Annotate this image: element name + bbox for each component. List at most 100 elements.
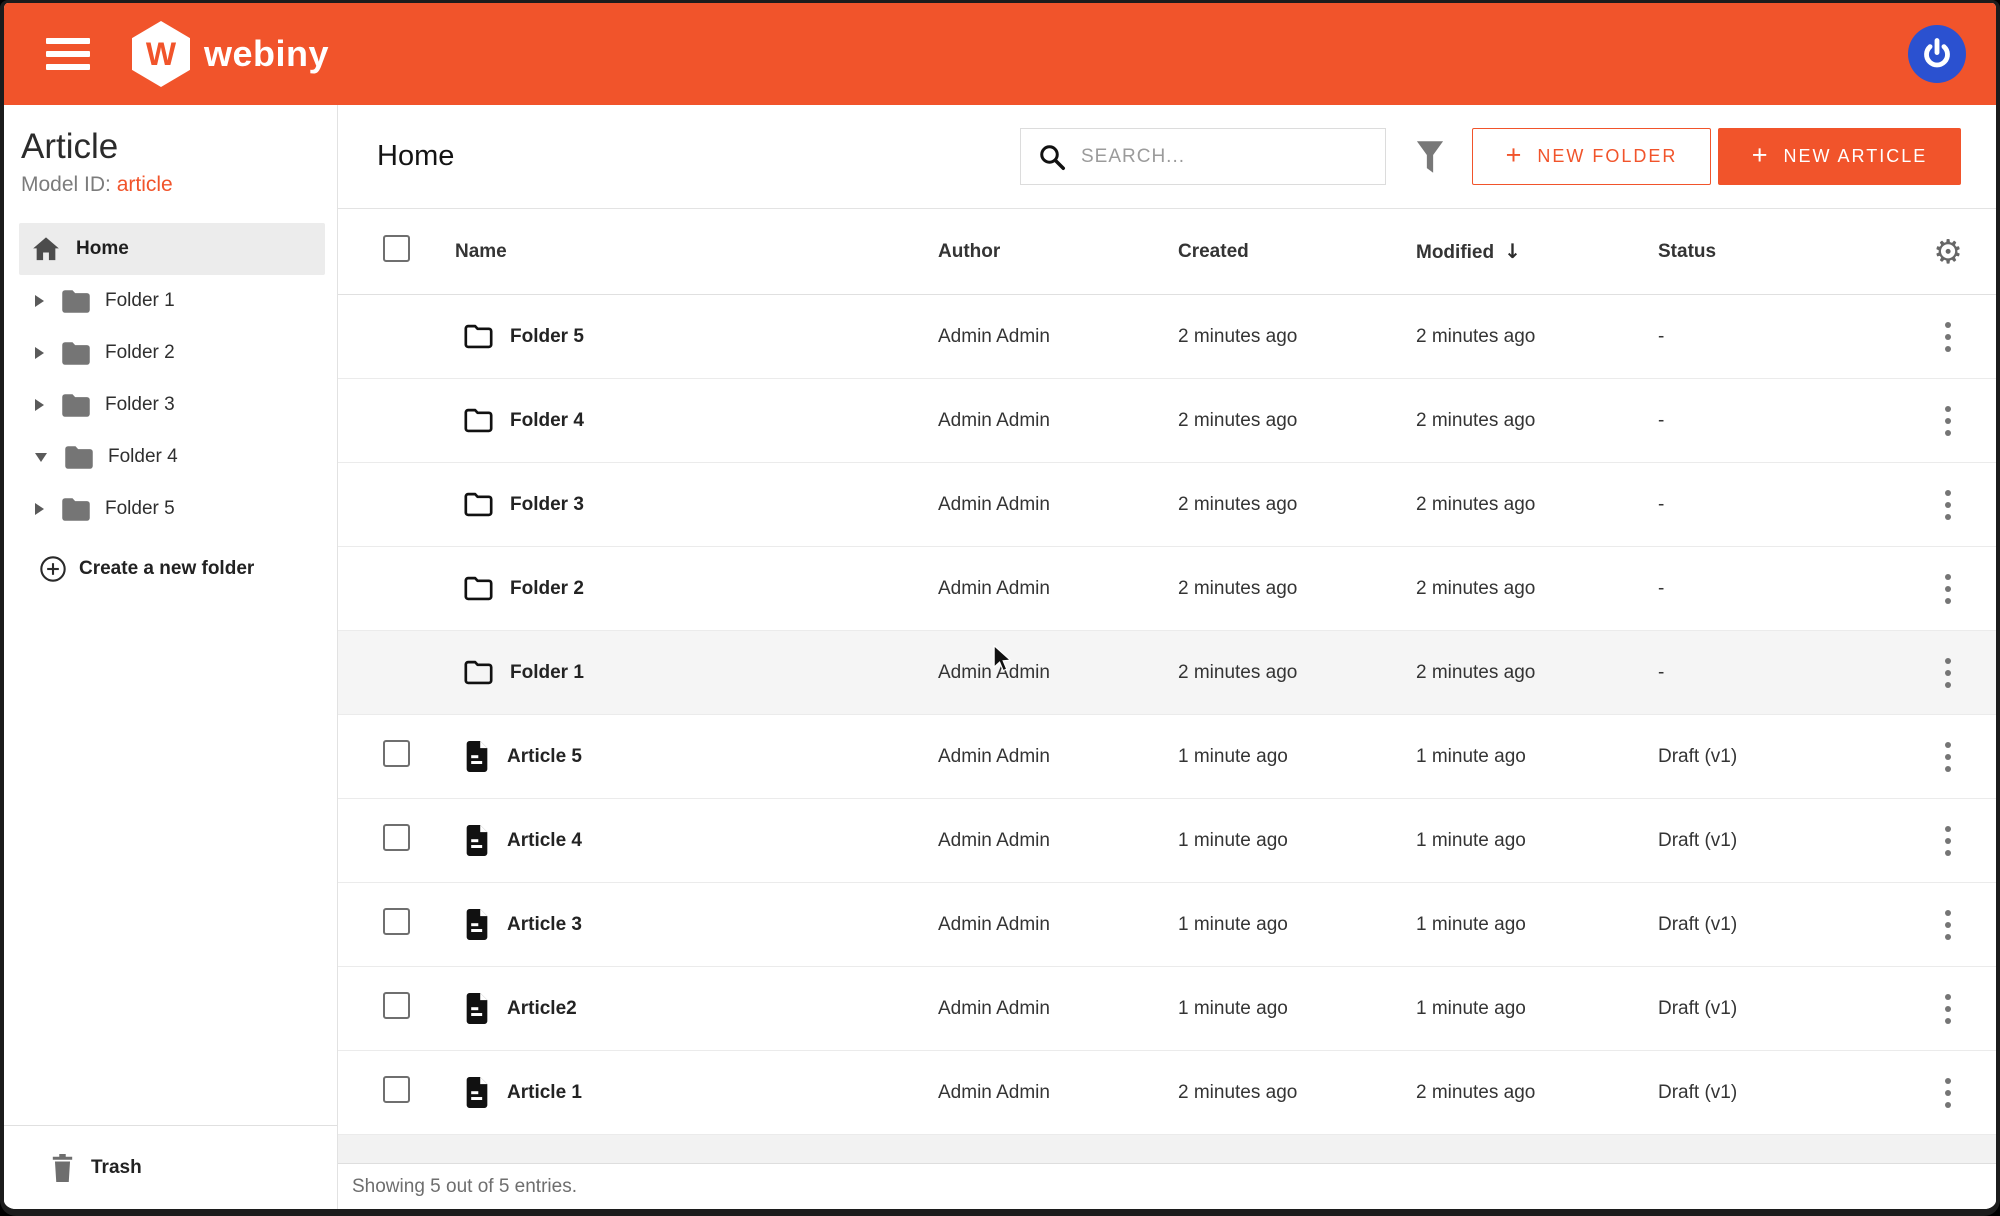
- table-header: Name Author Created Modified↓ Status ⚙: [338, 209, 1996, 295]
- sidebar-folder-item[interactable]: Folder 3: [4, 379, 337, 431]
- row-actions-kebab-icon[interactable]: [1939, 820, 1957, 862]
- funnel-icon: [1414, 140, 1446, 174]
- model-id: Model ID: article: [21, 173, 337, 197]
- row-actions-kebab-icon[interactable]: [1939, 1072, 1957, 1114]
- column-header-status[interactable]: Status: [1658, 241, 1900, 263]
- model-id-value: article: [117, 173, 173, 196]
- new-folder-label: NEW FOLDER: [1537, 146, 1677, 167]
- cell-status: Draft (v1): [1658, 830, 1900, 852]
- column-header-created[interactable]: Created: [1178, 241, 1416, 263]
- cell-author: Admin Admin: [938, 830, 1178, 852]
- power-icon: [1920, 37, 1954, 71]
- row-actions-kebab-icon[interactable]: [1939, 484, 1957, 526]
- row-actions-kebab-icon[interactable]: [1939, 988, 1957, 1030]
- caret-icon[interactable]: [35, 399, 44, 411]
- sidebar-folder-item[interactable]: Folder 5: [4, 483, 337, 535]
- table-row[interactable]: Folder 4 Admin Admin 2 minutes ago 2 min…: [338, 379, 1996, 463]
- cell-name[interactable]: Article 4: [428, 825, 938, 856]
- cell-created: 2 minutes ago: [1178, 578, 1416, 600]
- column-header-name[interactable]: Name: [428, 241, 938, 263]
- document-icon: [464, 1077, 490, 1108]
- cell-name[interactable]: Folder 5: [428, 324, 938, 349]
- caret-icon[interactable]: [35, 295, 44, 307]
- caret-icon[interactable]: [35, 453, 47, 462]
- user-avatar[interactable]: [1908, 25, 1966, 83]
- cell-name[interactable]: Article 5: [428, 741, 938, 772]
- document-icon: [464, 741, 490, 772]
- row-actions-kebab-icon[interactable]: [1939, 736, 1957, 778]
- sidebar-folder-label: Folder 2: [105, 342, 175, 364]
- table-row[interactable]: Article 3 Admin Admin 1 minute ago 1 min…: [338, 883, 1996, 967]
- table-row[interactable]: Article2 Admin Admin 1 minute ago 1 minu…: [338, 967, 1996, 1051]
- new-article-button[interactable]: + NEW ARTICLE: [1718, 128, 1961, 185]
- entry-name: Article2: [507, 998, 577, 1020]
- cell-name[interactable]: Folder 1: [428, 660, 938, 685]
- table-row[interactable]: Folder 3 Admin Admin 2 minutes ago 2 min…: [338, 463, 1996, 547]
- cell-status: Draft (v1): [1658, 914, 1900, 936]
- sidebar-folder-label: Folder 3: [105, 394, 175, 416]
- webiny-logo[interactable]: W webiny: [132, 21, 329, 87]
- cell-author: Admin Admin: [938, 746, 1178, 768]
- create-folder-button[interactable]: Create a new folder: [19, 543, 325, 595]
- row-checkbox[interactable]: [383, 1076, 410, 1103]
- document-icon: [464, 909, 490, 940]
- cell-name[interactable]: Folder 3: [428, 492, 938, 517]
- plus-icon: +: [1752, 140, 1770, 171]
- new-folder-button[interactable]: + NEW FOLDER: [1472, 128, 1711, 185]
- row-actions-kebab-icon[interactable]: [1939, 316, 1957, 358]
- search-input[interactable]: [1081, 146, 1385, 168]
- folder-icon: [464, 408, 493, 433]
- cell-name[interactable]: Article2: [428, 993, 938, 1024]
- cell-status: -: [1658, 410, 1900, 432]
- row-checkbox[interactable]: [383, 824, 410, 851]
- folder-tree: Folder 1 Folder 2 Folder 3 Folder 4 Fold…: [4, 275, 337, 535]
- table-row[interactable]: Article 1 Admin Admin 2 minutes ago 2 mi…: [338, 1051, 1996, 1135]
- cell-created: 1 minute ago: [1178, 914, 1416, 936]
- sidebar-item-home[interactable]: Home: [19, 223, 325, 275]
- column-header-modified[interactable]: Modified↓: [1416, 239, 1658, 264]
- row-actions-kebab-icon[interactable]: [1939, 904, 1957, 946]
- filter-icon[interactable]: [1414, 140, 1446, 174]
- caret-icon[interactable]: [35, 347, 44, 359]
- table-row[interactable]: Folder 5 Admin Admin 2 minutes ago 2 min…: [338, 295, 1996, 379]
- cell-modified: 2 minutes ago: [1416, 410, 1658, 432]
- current-folder-title: Home: [377, 140, 454, 173]
- table-row[interactable]: Article 5 Admin Admin 1 minute ago 1 min…: [338, 715, 1996, 799]
- cell-modified: 2 minutes ago: [1416, 1082, 1658, 1104]
- row-actions-kebab-icon[interactable]: [1939, 400, 1957, 442]
- home-icon: [32, 236, 60, 262]
- caret-icon[interactable]: [35, 503, 44, 515]
- sidebar-folder-item[interactable]: Folder 1: [4, 275, 337, 327]
- trash-button[interactable]: Trash: [4, 1125, 337, 1209]
- table-row[interactable]: Folder 2 Admin Admin 2 minutes ago 2 min…: [338, 547, 1996, 631]
- row-actions-kebab-icon[interactable]: [1939, 568, 1957, 610]
- row-checkbox[interactable]: [383, 740, 410, 767]
- cell-created: 1 minute ago: [1178, 998, 1416, 1020]
- table-settings-gear-icon[interactable]: ⚙: [1933, 235, 1963, 268]
- cell-created: 1 minute ago: [1178, 830, 1416, 852]
- cell-name[interactable]: Folder 2: [428, 576, 938, 601]
- table-row[interactable]: Article 4 Admin Admin 1 minute ago 1 min…: [338, 799, 1996, 883]
- row-checkbox[interactable]: [383, 992, 410, 1019]
- search-box: [1020, 128, 1386, 185]
- sidebar-folder-label: Folder 5: [105, 498, 175, 520]
- cell-status: -: [1658, 662, 1900, 684]
- cell-modified: 1 minute ago: [1416, 914, 1658, 936]
- cell-name[interactable]: Folder 4: [428, 408, 938, 433]
- table-row[interactable]: Folder 1 Admin Admin 2 minutes ago 2 min…: [338, 631, 1996, 715]
- entry-name: Folder 5: [510, 326, 584, 348]
- cell-author: Admin Admin: [938, 410, 1178, 432]
- cell-author: Admin Admin: [938, 326, 1178, 348]
- cell-name[interactable]: Article 3: [428, 909, 938, 940]
- row-actions-kebab-icon[interactable]: [1939, 652, 1957, 694]
- select-all-checkbox[interactable]: [383, 235, 410, 262]
- sidebar-folder-item[interactable]: Folder 2: [4, 327, 337, 379]
- cell-modified: 2 minutes ago: [1416, 662, 1658, 684]
- row-checkbox[interactable]: [383, 908, 410, 935]
- column-header-author[interactable]: Author: [938, 241, 1178, 263]
- cell-name[interactable]: Article 1: [428, 1077, 938, 1108]
- sort-desc-icon: ↓: [1504, 239, 1521, 263]
- menu-icon[interactable]: [46, 38, 90, 70]
- sidebar-folder-item[interactable]: Folder 4: [4, 431, 337, 483]
- entry-name: Article 5: [507, 746, 582, 768]
